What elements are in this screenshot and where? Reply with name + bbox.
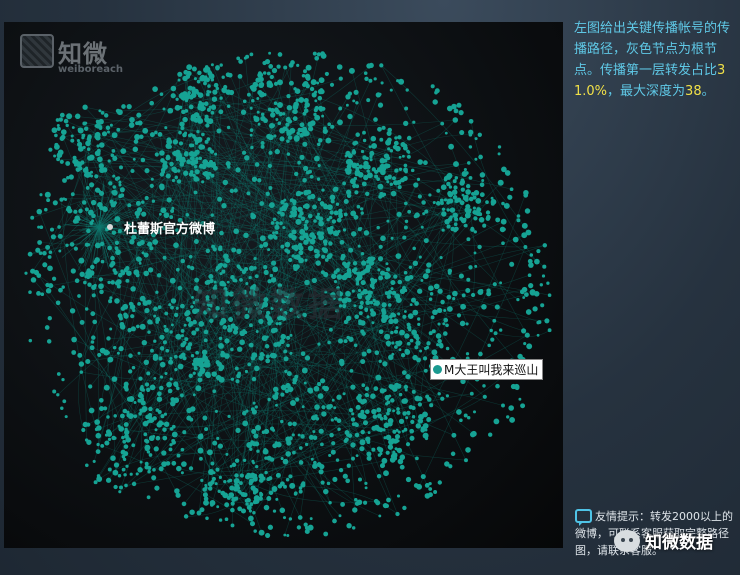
center-watermark: 知微数据 <box>194 285 346 325</box>
logo-icon <box>20 34 54 68</box>
wechat-icon <box>614 529 640 552</box>
description-part-3: 。 <box>701 84 715 99</box>
brand-name: 知微数据 <box>645 533 713 553</box>
root-node-label: 杜蕾斯官方微博 <box>124 222 216 237</box>
max-depth-value: 38 <box>685 84 702 99</box>
description-part-1: 左图给出关键传播帐号的传播路径，灰色节点为根节点。传播第一层转发占比 <box>574 21 731 78</box>
key-node-label-text: M大王叫我来巡山 <box>444 363 539 377</box>
watermark-logo: 知微 weiboreach <box>20 34 123 86</box>
propagation-graph-panel[interactable]: 知微 weiboreach 知微数据 杜蕾斯官方微博 M大王叫我来巡山 <box>4 22 563 548</box>
key-node-dot <box>433 365 442 374</box>
watermark-sub: weiboreach <box>58 64 123 75</box>
brand-badge: 知微数据 <box>614 528 713 553</box>
root-node[interactable] <box>107 224 113 230</box>
description-text: 左图给出关键传播帐号的传播路径，灰色节点为根节点。传播第一层转发占比31.0%，… <box>574 18 736 102</box>
key-node-label[interactable]: M大王叫我来巡山 <box>430 359 544 380</box>
description-part-2: ，最大深度为 <box>607 84 686 99</box>
chat-bubble-icon <box>575 509 592 526</box>
